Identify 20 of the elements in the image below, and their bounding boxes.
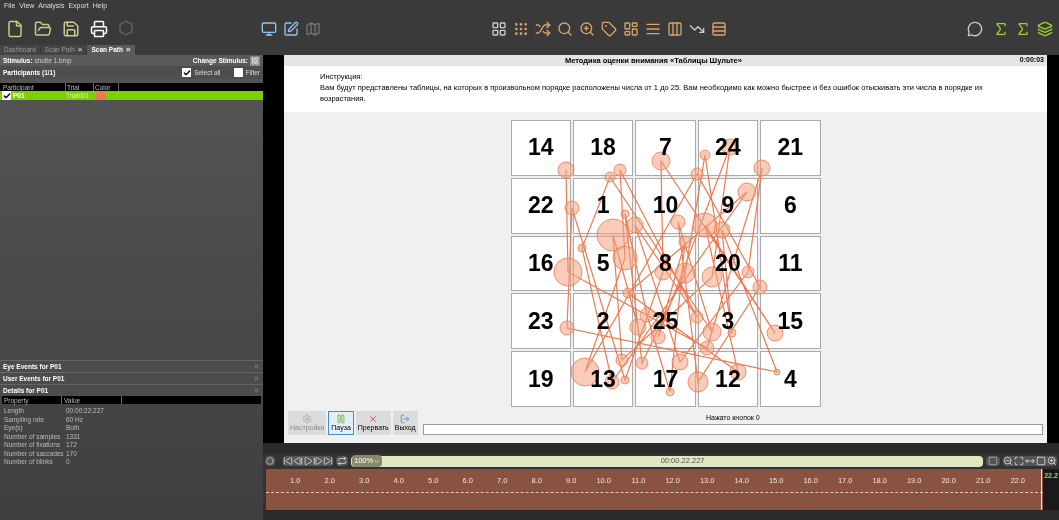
- number-label: 15: [777, 309, 804, 333]
- number-label: 23: [527, 309, 554, 333]
- number-label: 6: [783, 194, 797, 218]
- number-label: 14: [527, 136, 554, 160]
- number-label: 16: [527, 252, 554, 275]
- number-label: 19: [527, 367, 554, 391]
- number-label: 10: [652, 194, 679, 218]
- number-label: 5: [596, 252, 610, 275]
- number-label: 18: [590, 136, 616, 160]
- number-label: 11: [778, 252, 803, 275]
- number-label: 7: [659, 136, 672, 160]
- number-label: 1: [596, 194, 610, 218]
- number-label: 13: [590, 367, 616, 391]
- number-label: 21: [777, 136, 804, 160]
- number-label: 8: [659, 252, 672, 275]
- number-label: 24: [715, 136, 741, 160]
- number-label: 4: [783, 367, 797, 391]
- number-label: 12: [715, 367, 741, 391]
- number-label: 25: [652, 309, 679, 333]
- number-label: 22: [527, 194, 554, 218]
